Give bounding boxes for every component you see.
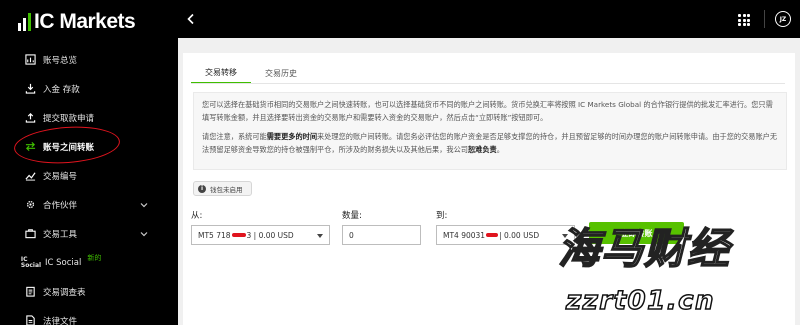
watermark-url: zzrt01.cn [565,286,715,316]
wallet-disabled-badge: i 钱包未启用 [193,181,252,196]
sidebar-item-label: 合作伙伴 [43,200,78,211]
redaction-mark [486,233,499,237]
sidebar-item-label: 提交取款申请 [43,113,95,124]
transfer-arrows-icon [24,141,36,153]
from-label: 从: [191,211,203,221]
sidebar-item-label: 交易调查表 [43,287,86,298]
logo-text: IC Markets [34,10,136,33]
sidebar-item-label: 交易编号 [43,171,78,182]
sidebar-item-trading-tools[interactable]: 交易工具 [0,219,178,248]
logo-bars-icon [18,13,31,31]
info-paragraph-1: 您可以选择在基础货币相同的交易账户之间快速转账，也可以选择基础货币不同的账户之间… [202,100,773,122]
transfer-info-box: 您可以选择在基础货币相同的交易账户之间快速转账，也可以选择基础货币不同的账户之间… [193,92,787,170]
sidebar-item-withdrawal[interactable]: 提交取款申请 [0,103,178,132]
topbar-divider [764,10,765,28]
apps-grid-icon[interactable] [738,14,750,26]
chevron-down-icon [140,203,148,208]
info-icon: i [198,184,206,193]
clipboard-icon [24,286,36,298]
sidebar-item-label: 入金 存款 [43,84,80,95]
sidebar-item-account-overview[interactable]: 账号总览 [0,45,178,74]
wallet-notice-label: 钱包未启用 [210,185,243,194]
new-badge: 新的 [87,253,102,262]
info-paragraph-2: 请您注意，系统可能需要更多的时间来处理您的账户间转账。请您务必评估您的账户资金是… [202,132,778,154]
document-icon [24,315,36,325]
redaction-mark [231,233,246,237]
ic-social-icon: IC Social [20,255,42,269]
sidebar-item-trading-accounts[interactable]: 交易编号 [0,161,178,190]
caret-down-icon [317,234,323,238]
sidebar-item-label: 法律文件 [43,316,78,325]
sidebar-item-label: IC Social [45,257,82,268]
to-label: 到: [436,211,448,221]
from-account-select[interactable]: MT5 718 3 | 0.00 USD [191,225,330,245]
sidebar-item-transfer[interactable]: 账号之间转账 [0,123,178,167]
ic-markets-logo[interactable]: IC Markets [18,10,136,33]
back-chevron-icon[interactable] [186,13,196,25]
sidebar-item-label: 账号之间转账 [43,142,95,153]
sidebar-item-survey[interactable]: 交易调查表 [0,277,178,306]
watermark-text: 海马财经 [557,224,731,273]
sidebar-item-partners[interactable]: 合作伙伴 [0,190,178,219]
amount-label: 数量: [342,211,362,221]
sidebar-nav: 账号总览 入金 存款 提交取款申请 账号之间转账 交易编号 合作伙伴 交易工具 … [0,45,178,325]
tabs-divider [191,83,785,84]
briefcase-icon [24,228,36,240]
to-account-select[interactable]: MT4 90031 | 0.00 USD [436,225,575,245]
gear-icon [24,199,36,211]
tab-history[interactable]: 交易历史 [251,62,311,84]
chart-icon [24,54,36,66]
avatar[interactable]: JZ [775,11,791,27]
download-icon [24,83,36,95]
top-bar: JZ [178,0,800,38]
chevron-down-icon [140,232,148,237]
tab-transfer[interactable]: 交易转移 [191,62,251,84]
sidebar-item-ic-social[interactable]: IC Social IC Social 新的 [0,248,178,277]
transfer-tabs: 交易转移 交易历史 [191,62,311,84]
amount-input[interactable]: 0 [342,225,421,245]
trend-icon [24,170,36,182]
upload-icon [24,112,36,124]
sidebar-item-label: 交易工具 [43,229,78,240]
sidebar-item-deposit[interactable]: 入金 存款 [0,74,178,103]
sidebar-item-legal-documents[interactable]: 法律文件 [0,306,178,325]
sidebar-item-label: 账号总览 [43,55,78,66]
sidebar: IC Markets 账号总览 入金 存款 提交取款申请 账号之间转账 交易编号… [0,0,178,325]
